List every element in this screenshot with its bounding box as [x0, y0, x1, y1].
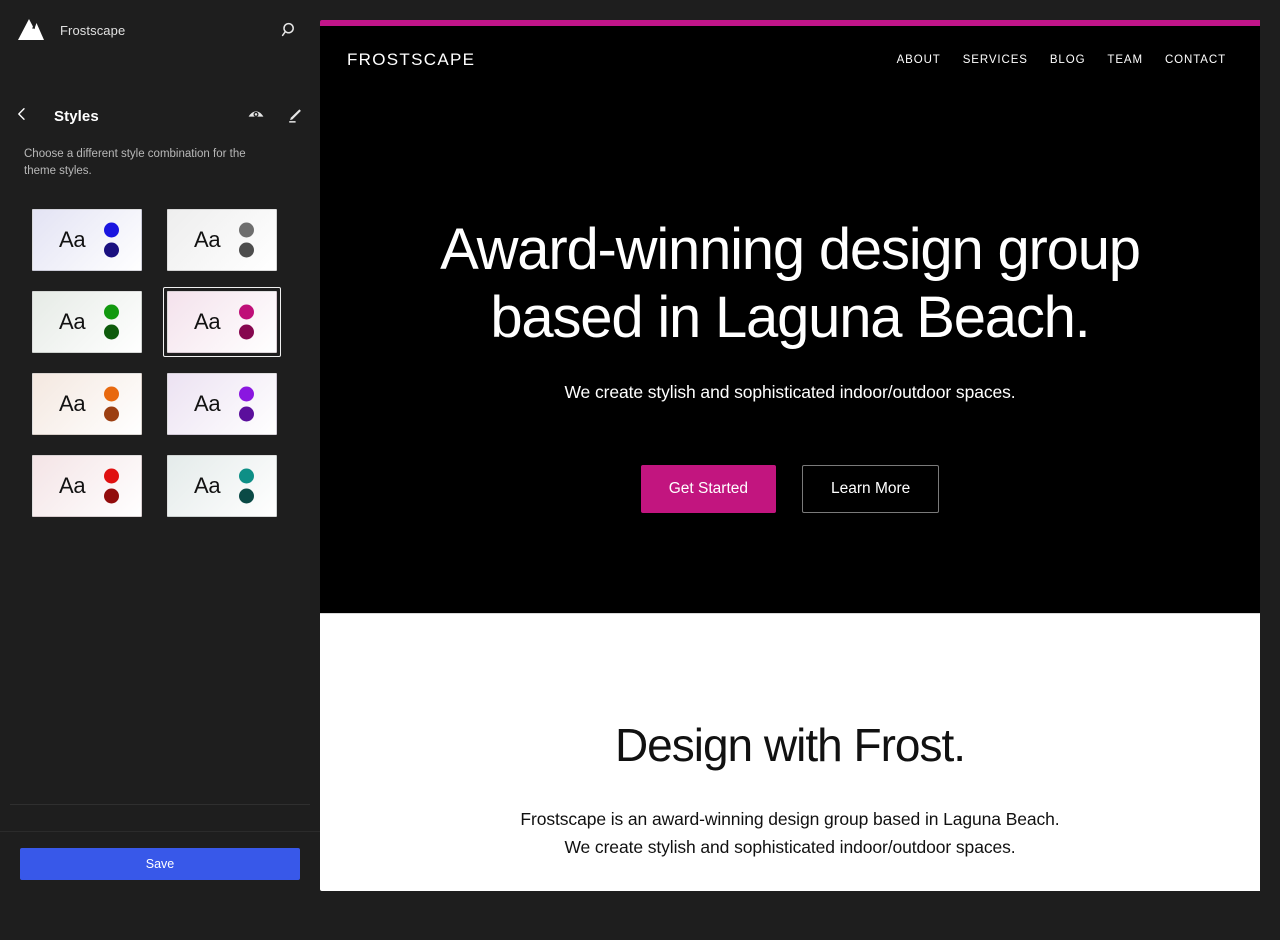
about-body: Frostscape is an award-winning design gr…	[520, 806, 1059, 861]
nav-item-about[interactable]: ABOUT	[897, 54, 941, 66]
editor-sidebar: Frostscape Styles Choose a different sty…	[0, 0, 320, 940]
variation-dot-primary	[239, 304, 254, 320]
variation-dot-secondary	[104, 242, 119, 258]
site-header: FROSTSCAPE ABOUT SERVICES BLOG TEAM CONT…	[320, 26, 1260, 94]
variation-typography-preview: Aa	[59, 227, 86, 253]
variation-color-dots	[104, 222, 119, 258]
about-body-line-2: We create stylish and sophisticated indo…	[564, 836, 1016, 857]
style-variation-2[interactable]: Aa	[163, 205, 281, 275]
style-variation-4[interactable]: Aa	[163, 287, 281, 358]
variation-dot-primary	[104, 222, 119, 238]
variation-typography-preview: Aa	[194, 391, 221, 417]
site-preview-frame[interactable]: FROSTSCAPE ABOUT SERVICES BLOG TEAM CONT…	[320, 20, 1260, 891]
variation-dot-primary	[104, 468, 119, 484]
variation-dot-secondary	[104, 488, 119, 504]
style-variation-7[interactable]: Aa	[28, 451, 146, 521]
variation-dot-primary	[104, 304, 119, 320]
style-variation-5[interactable]: Aa	[28, 369, 146, 439]
variation-dot-secondary	[239, 242, 254, 258]
pencil-icon	[284, 106, 304, 126]
variation-typography-preview: Aa	[194, 473, 221, 499]
variation-dot-primary	[239, 386, 254, 402]
nav-item-contact[interactable]: CONTACT	[1165, 54, 1226, 66]
page-title: Styles	[54, 107, 99, 125]
variation-typography-preview: Aa	[59, 473, 86, 499]
nav-item-team[interactable]: TEAM	[1107, 54, 1143, 66]
site-navigation: ABOUT SERVICES BLOG TEAM CONTACT	[897, 54, 1226, 66]
variation-color-dots	[239, 468, 254, 504]
learn-more-button[interactable]: Learn More	[802, 464, 940, 513]
hero-heading: Award-winning design group based in Lagu…	[440, 217, 1141, 350]
variation-dot-primary	[239, 468, 254, 484]
mountain-icon	[15, 17, 45, 43]
variation-dot-secondary	[104, 324, 119, 340]
panel-description: Choose a different style combination for…	[24, 148, 246, 177]
style-variations-grid: Aa Aa Aa Aa Aa Aa Aa Aa	[0, 179, 320, 521]
variation-dot-secondary	[239, 488, 254, 504]
editor-canvas: FROSTSCAPE ABOUT SERVICES BLOG TEAM CONT…	[320, 0, 1280, 940]
variation-color-dots	[239, 386, 254, 422]
variation-dot-secondary	[239, 324, 254, 340]
sidebar-footer: Save	[0, 832, 320, 940]
chevron-left-icon	[14, 106, 30, 127]
variation-dot-secondary	[239, 406, 254, 422]
search-button[interactable]	[272, 12, 308, 48]
get-started-button[interactable]: Get Started	[640, 464, 776, 513]
hero-subheading: We create stylish and sophisticated indo…	[564, 381, 1016, 402]
style-book-button[interactable]	[238, 98, 274, 134]
variation-color-dots	[104, 468, 119, 504]
variation-color-dots	[239, 222, 254, 258]
variation-dot-primary	[104, 386, 119, 402]
site-logo-button[interactable]	[0, 0, 60, 60]
search-icon	[280, 20, 300, 40]
variation-typography-preview: Aa	[59, 309, 86, 335]
panel-header-actions	[238, 98, 312, 134]
eye-icon	[246, 106, 266, 126]
about-section: Design with Frost. Frostscape is an awar…	[320, 613, 1260, 891]
styles-panel-header: Styles	[0, 92, 320, 140]
style-variation-6[interactable]: Aa	[163, 369, 281, 439]
about-body-line-1: Frostscape is an award-winning design gr…	[520, 809, 1060, 829]
nav-item-blog[interactable]: BLOG	[1050, 54, 1086, 66]
save-button[interactable]: Save	[20, 848, 300, 880]
variation-color-dots	[104, 386, 119, 422]
edit-styles-button[interactable]	[276, 98, 312, 134]
site-brand[interactable]: FROSTSCAPE	[347, 50, 475, 70]
hero-buttons: Get Started Learn More	[640, 464, 940, 513]
variation-typography-preview: Aa	[194, 309, 221, 335]
variation-typography-preview: Aa	[194, 227, 221, 253]
variation-dot-secondary	[104, 406, 119, 422]
hero-section: Award-winning design group based in Lagu…	[320, 94, 1260, 613]
style-variation-8[interactable]: Aa	[163, 451, 281, 521]
variation-dot-primary	[239, 222, 254, 238]
variation-color-dots	[104, 304, 119, 340]
variation-color-dots	[239, 304, 254, 340]
back-button[interactable]	[4, 98, 40, 134]
style-variation-1[interactable]: Aa	[28, 205, 146, 275]
variation-typography-preview: Aa	[59, 391, 86, 417]
site-title: Frostscape	[60, 22, 126, 38]
nav-item-services[interactable]: SERVICES	[963, 54, 1028, 66]
about-heading: Design with Frost.	[614, 719, 966, 771]
style-variation-3[interactable]: Aa	[28, 287, 146, 357]
site-editor-app: Frostscape Styles Choose a different sty…	[0, 0, 1280, 940]
sidebar-topbar: Frostscape	[0, 0, 320, 60]
